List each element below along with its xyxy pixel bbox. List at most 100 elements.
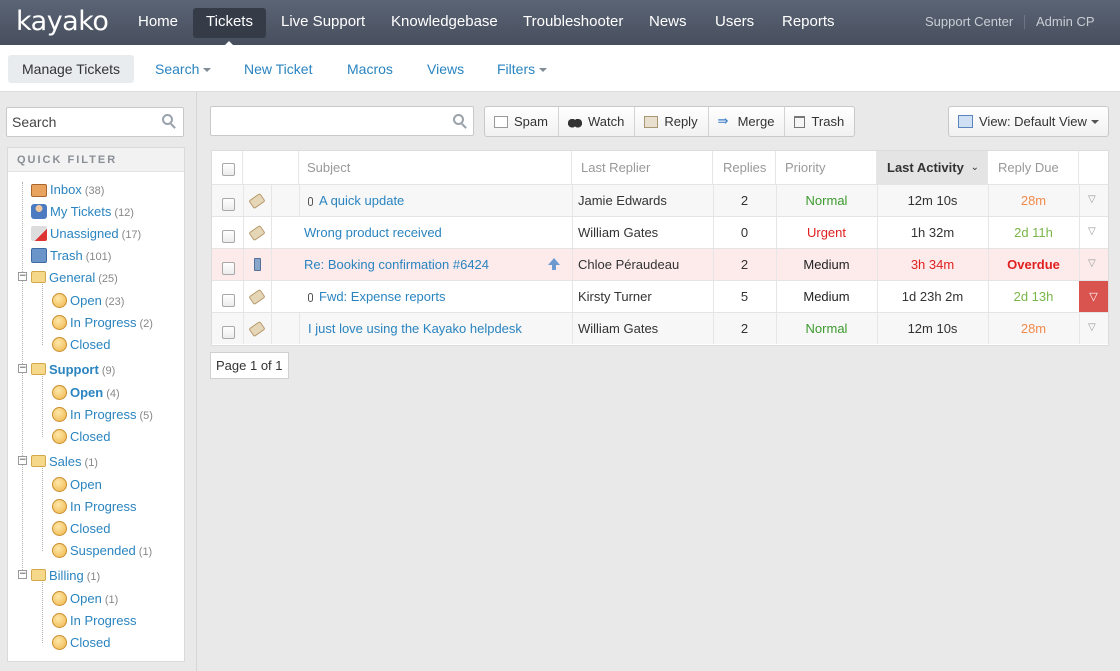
column-divider [572,249,573,280]
nav-troubleshooter[interactable]: Troubleshooter [510,8,636,38]
header-priority[interactable]: Priority [776,151,877,184]
table-row[interactable]: Fwd: Expense reports Kirsty Turner 5 Med… [212,280,1108,312]
tree-item-support-open[interactable]: Open (4) [52,383,120,403]
subnav-search[interactable]: Search [141,55,225,83]
select-all-checkbox[interactable] [222,163,235,176]
collapse-toggle[interactable]: − [18,272,27,281]
subnav-views[interactable]: Views [413,55,478,83]
table-row[interactable]: Re: Booking confirmation #6424 Chloe Pér… [212,248,1108,280]
reply-button[interactable]: Reply [635,107,709,136]
subnav-filters[interactable]: Filters [483,55,561,83]
tree-label: Billing [49,568,84,583]
tree-item-unassigned[interactable]: Unassigned (17) [31,224,141,244]
inbox-icon [31,184,47,197]
ticket-subject-link[interactable]: Wrong product received [304,225,442,240]
reply-label: Reply [664,114,698,129]
search-icon[interactable] [453,114,464,125]
unassigned-icon [31,226,47,241]
ticket-subject-link[interactable]: Re: Booking confirmation #6424 [304,257,489,272]
reply-due-cell: 2d 13h [1013,289,1054,304]
tree-item-inbox[interactable]: Inbox (38) [31,180,104,200]
table-row[interactable]: A quick update Jamie Edwards 2 Normal 12… [212,184,1108,216]
spam-button[interactable]: Spam [485,107,559,136]
nav-live-support[interactable]: Live Support [268,8,378,38]
header-subject[interactable]: Subject [299,151,572,184]
header-replies[interactable]: Replies [713,151,776,184]
flag-icon-active[interactable]: ▽ [1079,281,1108,312]
nav-home[interactable]: Home [125,8,191,38]
collapse-toggle[interactable]: − [18,364,27,373]
search-icon[interactable] [162,114,173,125]
flag-icon[interactable]: ▽ [1088,322,1096,333]
sidebar-search-input[interactable] [6,107,184,137]
tree-label: In Progress [70,499,137,514]
link-admin-cp[interactable]: Admin CP [1036,14,1095,29]
tree-item-sales[interactable]: Sales (1) [31,452,98,472]
ticket-subject-link[interactable]: Fwd: Expense reports [319,289,445,304]
tree-item-support[interactable]: Support (9) [31,360,115,380]
pagination[interactable]: Page 1 of 1 [210,352,289,379]
column-divider [572,281,573,312]
column-divider [299,313,300,344]
header-reply-due[interactable]: Reply Due [988,151,1079,184]
row-checkbox[interactable] [222,230,235,243]
nav-news[interactable]: News [636,8,700,38]
row-checkbox[interactable] [222,198,235,211]
subnav-macros[interactable]: Macros [333,55,407,83]
tree-count: (1) [104,594,119,606]
row-checkbox[interactable] [222,326,235,339]
trash-button[interactable]: Trash [785,107,854,136]
replies-cell: 5 [740,289,749,304]
flag-icon[interactable]: ▽ [1088,194,1096,205]
flag-icon[interactable]: ▽ [1088,258,1096,269]
tree-item-general[interactable]: General (25) [31,268,118,288]
collapse-toggle[interactable]: − [18,456,27,465]
merge-button[interactable]: ⇛ Merge [709,107,786,136]
tree-item-trash[interactable]: Trash (101) [31,246,111,266]
nav-tickets[interactable]: Tickets [193,8,266,46]
tree-item-sales-in-progress[interactable]: In Progress [52,497,136,517]
flag-icon[interactable]: ▽ [1088,226,1096,237]
tree-item-billing-closed[interactable]: Closed [52,633,110,653]
nav-users[interactable]: Users [702,8,767,38]
tree-item-billing-in-progress[interactable]: In Progress [52,611,136,631]
kayako-logo[interactable]: kayako [16,6,109,37]
tree-label: In Progress [70,613,137,628]
tree-item-general-closed[interactable]: Closed [52,335,113,355]
header-last-replier[interactable]: Last Replier [572,151,713,184]
tree-item-general-in-progress[interactable]: In Progress (2) [52,313,153,333]
tree-item-billing-open[interactable]: Open (1) [52,589,118,609]
header-last-activity[interactable]: Last Activity ⌄ [877,151,988,184]
tree-item-sales-open[interactable]: Open [52,475,102,495]
watch-button[interactable]: Watch [559,107,636,136]
user-icon [31,204,47,219]
attachment-icon [308,197,313,206]
collapse-toggle[interactable]: − [18,570,27,579]
subnav-manage-tickets[interactable]: Manage Tickets [8,55,135,83]
ticket-subject-link[interactable]: I just love using the Kayako helpdesk [308,321,522,336]
tree-item-sales-closed[interactable]: Closed [52,519,110,539]
column-divider [243,217,244,248]
nav-reports[interactable]: Reports [769,8,848,38]
table-row[interactable]: Wrong product received William Gates 0 U… [212,216,1108,248]
tree-item-general-open[interactable]: Open (23) [52,291,124,311]
subnav-new-ticket[interactable]: New Ticket [230,55,326,83]
ticket-subject-link[interactable]: A quick update [319,193,404,208]
status-open-icon [52,591,67,606]
tree-item-my-tickets[interactable]: My Tickets (12) [31,202,134,222]
column-divider [1079,249,1080,280]
table-row[interactable]: I just love using the Kayako helpdesk Wi… [212,312,1108,344]
ticket-search-input[interactable] [210,106,474,136]
tree-item-sales-suspended[interactable]: Suspended (1) [52,541,152,561]
priority-cell: Medium [803,289,850,304]
row-checkbox[interactable] [222,262,235,275]
view-selector[interactable]: View: Default View [948,106,1109,137]
tree-item-billing[interactable]: Billing (1) [31,566,100,586]
nav-knowledgebase[interactable]: Knowledgebase [378,8,511,38]
sidebar: QUICK FILTER Inbox(38) My Tickets(12) Un… [0,92,197,671]
link-support-center[interactable]: Support Center [925,14,1013,29]
row-checkbox[interactable] [222,294,235,307]
tree-item-support-closed[interactable]: Closed [52,427,113,447]
tree-item-support-in-progress[interactable]: In Progress (5) [52,405,153,425]
tree-count: (9) [101,365,116,377]
